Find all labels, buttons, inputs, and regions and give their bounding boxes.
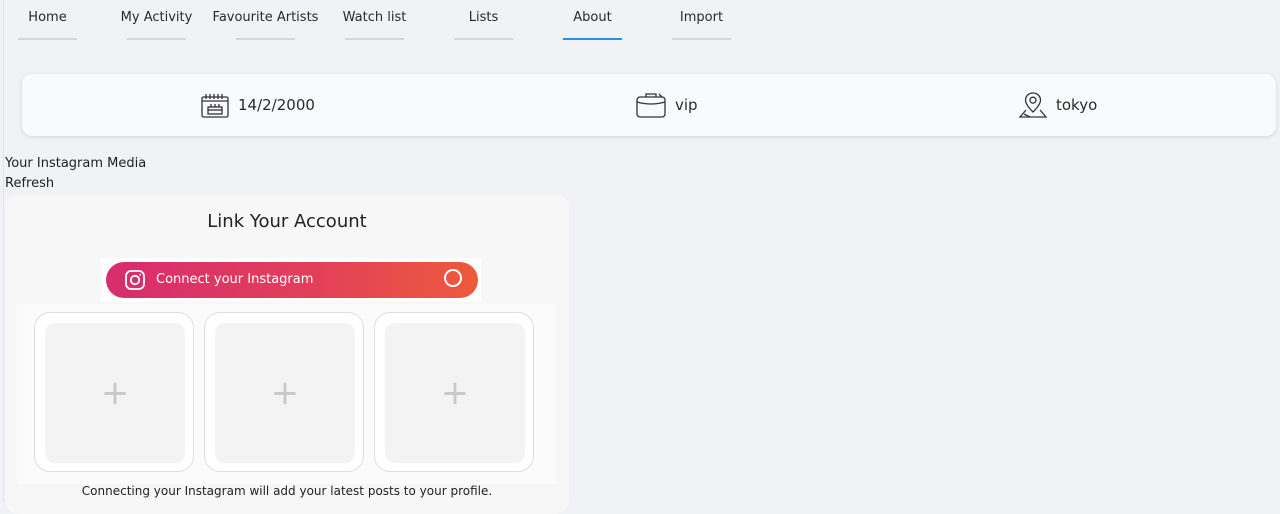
media-slot-3-placeholder: + bbox=[385, 323, 525, 463]
tab-import-label: Import bbox=[679, 10, 724, 25]
plus-icon: + bbox=[440, 373, 470, 413]
connect-button-container: Connect your Instagram bbox=[101, 258, 481, 302]
plus-icon: + bbox=[270, 373, 300, 413]
tab-watch-list[interactable]: Watch list bbox=[343, 0, 406, 42]
tab-home-indicator bbox=[18, 38, 77, 40]
birthday-info: 14/2/2000 bbox=[200, 74, 315, 136]
tab-lists-indicator bbox=[454, 38, 513, 40]
tab-import-indicator bbox=[672, 38, 731, 40]
tab-home[interactable]: Home bbox=[18, 0, 77, 42]
media-slot-1[interactable]: + bbox=[34, 312, 194, 472]
tab-about-indicator bbox=[563, 38, 622, 40]
tab-watch-list-indicator bbox=[345, 38, 404, 40]
birthday-value: 14/2/2000 bbox=[238, 96, 315, 114]
instagram-caption: Connecting your Instagram will add your … bbox=[81, 484, 493, 498]
membership-value: vip bbox=[675, 96, 698, 114]
plus-icon: + bbox=[100, 373, 130, 413]
page-left-border bbox=[3, 0, 4, 502]
instagram-media-grid: + + + bbox=[17, 304, 556, 484]
loading-ring-icon bbox=[444, 269, 462, 287]
media-slot-1-placeholder: + bbox=[45, 323, 185, 463]
media-slot-3[interactable]: + bbox=[374, 312, 534, 472]
map-pin-icon bbox=[1018, 90, 1048, 120]
briefcase-icon bbox=[635, 90, 667, 120]
connect-instagram-label: Connect your Instagram bbox=[156, 272, 314, 287]
instagram-media-heading: Your Instagram Media bbox=[5, 156, 147, 171]
tab-import[interactable]: Import bbox=[672, 0, 731, 42]
tab-my-activity-indicator bbox=[127, 38, 186, 40]
tab-my-activity[interactable]: My Activity bbox=[121, 0, 192, 42]
tab-favourite-artists-indicator bbox=[236, 38, 295, 40]
birthday-cake-icon bbox=[200, 90, 230, 120]
tab-about[interactable]: About bbox=[563, 0, 622, 42]
instagram-icon bbox=[124, 269, 146, 295]
profile-info-card: 14/2/2000 vip tokyo bbox=[22, 74, 1276, 136]
tab-lists[interactable]: Lists bbox=[454, 0, 513, 42]
instagram-link-panel: Link Your Account Connect your Instagram… bbox=[5, 194, 569, 514]
media-slot-2[interactable]: + bbox=[204, 312, 364, 472]
refresh-link[interactable]: Refresh bbox=[5, 176, 54, 191]
link-account-title: Link Your Account bbox=[207, 211, 367, 232]
media-slot-2-placeholder: + bbox=[215, 323, 355, 463]
membership-info: vip bbox=[635, 74, 698, 136]
connect-instagram-button[interactable]: Connect your Instagram bbox=[106, 262, 478, 298]
tab-favourite-artists[interactable]: Favourite Artists bbox=[213, 0, 318, 42]
location-info: tokyo bbox=[1018, 74, 1097, 136]
location-value: tokyo bbox=[1056, 96, 1098, 114]
